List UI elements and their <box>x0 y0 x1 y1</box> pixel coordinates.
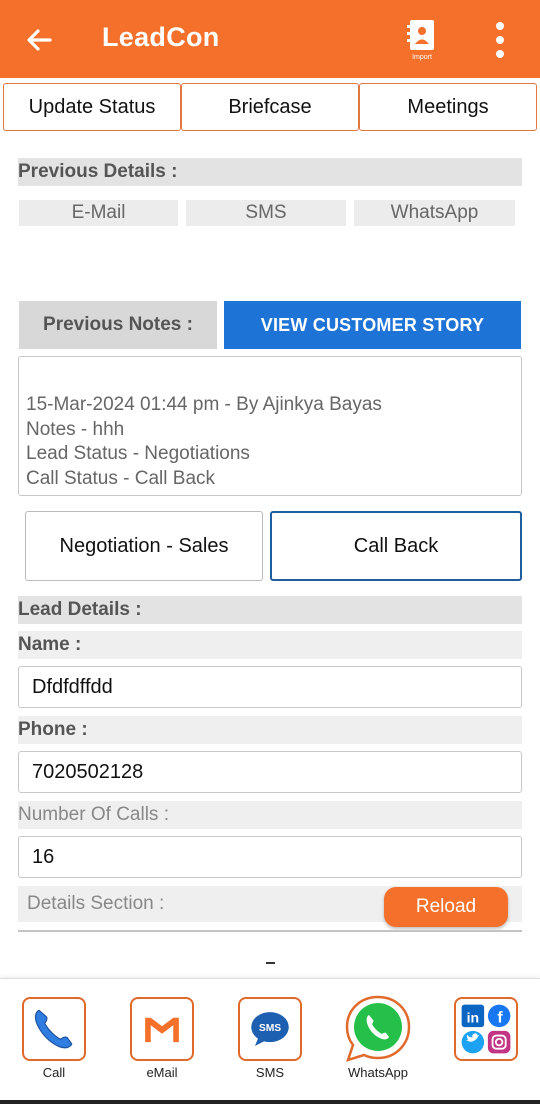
calls-field[interactable]: 16 <box>18 836 522 878</box>
lead-status-option[interactable]: Negotiation - Sales <box>25 511 263 581</box>
scroll-indicator <box>266 962 275 964</box>
call-nav-item[interactable]: Call <box>14 997 94 1097</box>
view-customer-story-button[interactable]: VIEW CUSTOMER STORY <box>224 301 521 349</box>
whatsapp-chip[interactable]: WhatsApp <box>354 200 515 226</box>
note-line: Notes - hhh <box>26 418 125 440</box>
call-status-option[interactable]: Call Back <box>270 511 522 581</box>
svg-text:f: f <box>497 1009 503 1026</box>
app-title: LeadCon <box>102 22 220 52</box>
svg-text:in: in <box>467 1009 479 1025</box>
social-icon: in f <box>454 997 518 1061</box>
name-label: Name : <box>18 631 522 659</box>
name-field[interactable]: Dfdfdffdd <box>18 666 522 708</box>
divider <box>18 930 522 932</box>
phone-label: Phone : <box>18 716 522 744</box>
note-line: Lead Status - Negotiations <box>26 443 250 464</box>
previous-notes-label: Previous Notes : <box>19 301 217 349</box>
phone-field[interactable]: 7020502128 <box>18 751 522 793</box>
bottom-nav: Call eMail SMS SMS WhatsApp in f <box>0 978 540 1104</box>
email-nav-item[interactable]: eMail <box>122 997 202 1097</box>
previous-details-header: Previous Details : <box>18 158 522 186</box>
more-vert-icon[interactable] <box>488 20 512 60</box>
calls-label: Number Of Calls : <box>18 801 522 829</box>
app-bar: LeadCon Import <box>0 0 540 78</box>
tab-bar: Update Status Briefcase Meetings <box>0 80 540 134</box>
note-line: Call Status - Call Back <box>26 467 216 489</box>
sms-label: SMS <box>255 1065 285 1080</box>
tab-meetings[interactable]: Meetings <box>359 83 537 131</box>
call-label: Call <box>42 1065 66 1080</box>
import-label: Import <box>412 54 432 61</box>
gmail-icon <box>130 997 194 1061</box>
whatsapp-label: WhatsApp <box>348 1065 408 1080</box>
notes-box: 15-Mar-2024 01:44 pm - By Ajinkya Bayas … <box>18 356 522 496</box>
back-arrow-icon[interactable] <box>20 20 60 60</box>
email-chip[interactable]: E-Mail <box>19 200 178 226</box>
svg-text:SMS: SMS <box>259 1023 281 1034</box>
sms-chip[interactable]: SMS <box>186 200 346 226</box>
note-line: 15-Mar-2024 01:44 pm - By Ajinkya Bayas <box>26 394 382 415</box>
import-contacts-icon[interactable]: Import <box>404 18 440 62</box>
tab-update-status[interactable]: Update Status <box>3 83 181 131</box>
home-indicator <box>0 1100 540 1104</box>
tab-briefcase[interactable]: Briefcase <box>181 83 359 131</box>
email-label: eMail <box>146 1065 178 1080</box>
whatsapp-nav-item[interactable]: WhatsApp <box>338 995 418 1097</box>
phone-icon <box>22 997 86 1061</box>
whatsapp-icon <box>345 995 411 1062</box>
sms-nav-item[interactable]: SMS SMS <box>230 997 310 1097</box>
lead-details-header: Lead Details : <box>18 596 522 624</box>
social-nav-item[interactable]: in f <box>446 997 526 1097</box>
reload-button[interactable]: Reload <box>384 887 508 927</box>
sms-icon: SMS <box>238 997 302 1061</box>
